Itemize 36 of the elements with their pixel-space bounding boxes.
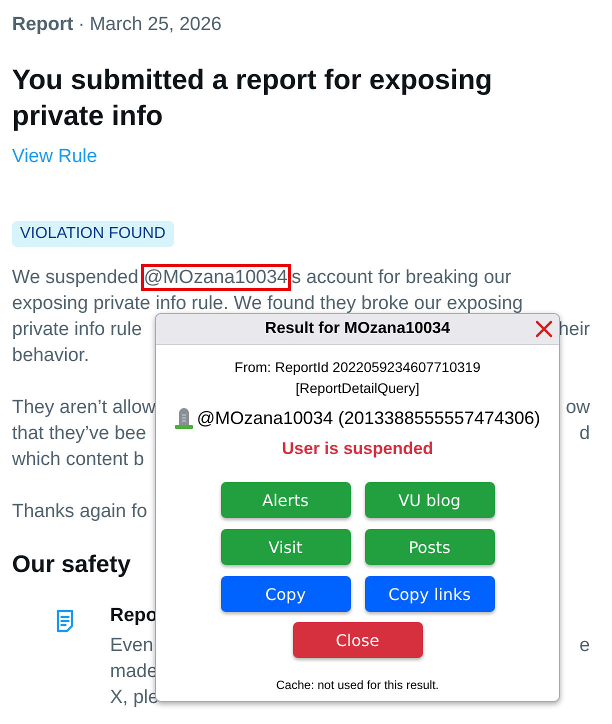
- action-button[interactable]: Visit: [220, 529, 350, 565]
- body-text: that they’ve bee: [12, 422, 146, 446]
- source-text: [ReportDetailQuery]: [296, 379, 420, 398]
- report-label: Report: [12, 14, 74, 36]
- body-text: d: [579, 422, 590, 446]
- section-heading: Our safety: [12, 551, 131, 579]
- status-badge: VIOLATION FOUND: [12, 221, 174, 247]
- body-text: They aren’t allow: [12, 396, 156, 420]
- suspension-status: User is suspended: [282, 439, 434, 459]
- action-button[interactable]: VU blog: [364, 482, 494, 518]
- body-text: ow: [566, 396, 590, 420]
- body-text: which content b: [12, 448, 144, 472]
- body-text: behavior.: [12, 344, 90, 368]
- source-text: From: ReportId 2022059234607710319: [234, 358, 480, 377]
- document-icon: [56, 609, 74, 633]
- view-rule-link[interactable]: View Rule: [12, 146, 98, 168]
- action-button[interactable]: Copy: [220, 576, 350, 612]
- action-button[interactable]: Alerts: [220, 482, 350, 518]
- user-handle: @MOzana10034 (2013388555557474306): [196, 408, 540, 428]
- action-button[interactable]: Copy links: [364, 576, 494, 612]
- cache-note: Cache: not used for this result.: [276, 678, 439, 692]
- body-text: e: [579, 634, 590, 658]
- page-title: You submitted a report for exposing private info: [12, 63, 494, 133]
- body-text: private info rule: [12, 318, 142, 342]
- close-icon[interactable]: [535, 320, 553, 338]
- dialog-title: Result for MOzana10034: [265, 320, 450, 338]
- close-button[interactable]: Close: [292, 622, 422, 658]
- tombstone-icon: [174, 407, 193, 429]
- body-text: Thanks again fo: [12, 500, 148, 524]
- body-text: Even: [110, 634, 154, 658]
- separator-dot: ·: [78, 14, 85, 36]
- action-button[interactable]: Posts: [364, 529, 494, 565]
- body-text: made: [110, 660, 158, 684]
- report-date: March 25, 2026: [90, 14, 222, 36]
- item-title: Repo: [110, 605, 158, 627]
- body-text: exposing private info rule. We found they broke our exposing: [12, 292, 523, 316]
